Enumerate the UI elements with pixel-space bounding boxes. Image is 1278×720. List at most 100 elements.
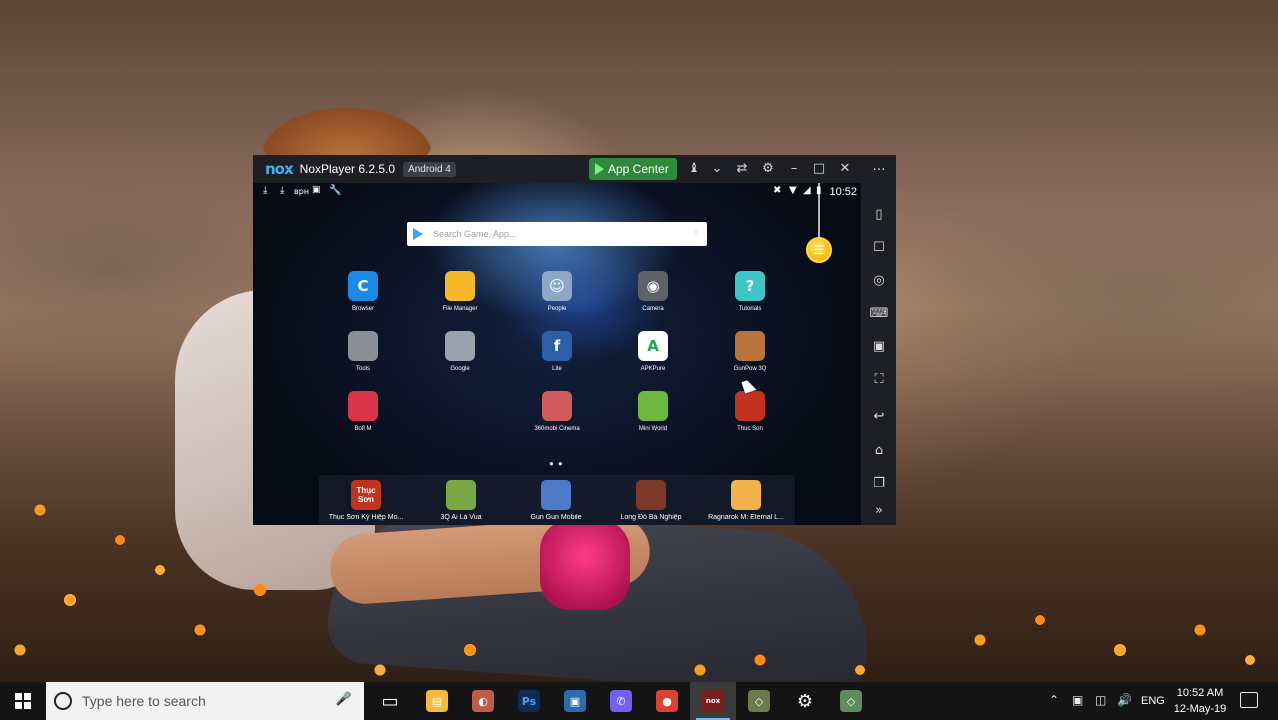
android-screen[interactable]: ⤓ ⤓ врн ▣ 🔧 ✖ ▼ ◢ ▮ 10:52 ☰ Search Game,… [253, 183, 861, 525]
file-explorer-icon: ▤ [426, 690, 448, 712]
app-icon[interactable]: Tools [323, 331, 403, 372]
wrench-icon: 🔧 [329, 185, 342, 196]
app-icon[interactable]: f Lite [517, 331, 597, 372]
taskbar-app-chrome[interactable]: ● [644, 682, 690, 720]
app-icon[interactable]: GunPow 3Q [710, 331, 790, 372]
taskbar-app-settings[interactable]: ⚙ [782, 682, 828, 720]
cortana-icon [54, 692, 72, 710]
taskbar-app-paint-app[interactable]: ◐ [460, 682, 506, 720]
back-icon[interactable]: ↩ [869, 407, 889, 427]
app-label: Thuc Son [737, 426, 763, 432]
dock-app[interactable]: Thục Sơn Thục Sơn Kỳ Hiệp Mo... [321, 480, 411, 521]
dock-app[interactable]: Long Đồ Bá Nghiệp [606, 480, 696, 521]
home-icon[interactable]: ⌂ [869, 441, 889, 461]
clock-time: 10:52 AM [1176, 687, 1224, 699]
taskbar-app-task-view[interactable]: ▭ [367, 682, 413, 720]
nox-titlebar[interactable]: nox NoxPlayer 6.2.5.0 Android 4 App Cent… [253, 155, 861, 183]
taskbar-app-monitor-app[interactable]: ▣ [552, 682, 598, 720]
recent-apps-icon[interactable]: ❐ [869, 474, 889, 494]
taskbar-app-game-app[interactable]: ◇ [736, 682, 782, 720]
fullscreen-icon[interactable]: ⛶ [869, 370, 889, 390]
expand-icon[interactable]: » [869, 501, 889, 521]
app-icon[interactable]: File Manager [420, 271, 500, 312]
chrome-icon: ● [656, 690, 678, 712]
app-icon-image [735, 391, 765, 421]
dock-app-label: Gun Gun Mobile [530, 514, 582, 521]
dock-app-label: Ragnarok M: Eternal L... [708, 514, 784, 521]
pin-icon[interactable]: ⇄ [733, 160, 751, 178]
android-clock: 10:52 [829, 186, 857, 198]
taskbar-app-noxplayer[interactable]: nox [690, 682, 736, 720]
taskbar-search-placeholder: Type here to search [82, 693, 206, 709]
app-center-button[interactable]: App Center [589, 158, 677, 180]
app-icon-image [445, 271, 475, 301]
taskbar-search-box[interactable]: Type here to search 🎤 [46, 682, 364, 720]
app-icon-image [638, 391, 668, 421]
more-icon[interactable]: … [869, 157, 889, 177]
chevron-up-icon[interactable]: ⌃ [1049, 693, 1059, 707]
keyboard-icon[interactable]: ⌨ [869, 304, 889, 324]
app-icon-image [735, 331, 765, 361]
app-icon-image: ☺ [542, 271, 572, 301]
dock-app-icon [731, 480, 761, 510]
app-label: Tools [355, 366, 370, 372]
app-icon[interactable]: ☺ People [517, 271, 597, 312]
app-label: Mini World [638, 426, 668, 432]
app-icon[interactable]: 360mobi Cinema [517, 391, 597, 432]
network-icon[interactable]: ▣ [1072, 693, 1083, 707]
start-button[interactable] [0, 682, 46, 720]
robot-icon[interactable]: ☐ [869, 238, 889, 258]
photoshop-icon: Ps [518, 690, 540, 712]
app-icon-image: ? [735, 271, 765, 301]
language-indicator[interactable]: ENG [1141, 695, 1165, 707]
gear-icon[interactable]: ⚙ [759, 160, 777, 178]
microphone-icon[interactable]: 🎤 [336, 692, 352, 707]
dock-app-icon [541, 480, 571, 510]
app-icon[interactable]: Bofl M [323, 391, 403, 432]
connection-icon[interactable]: ◫ [1095, 693, 1106, 707]
app-center-label: App Center [608, 162, 669, 176]
shirt-icon[interactable]: ♝ [685, 160, 703, 178]
dock-app-icon: Thục Sơn [351, 480, 381, 510]
windows-logo-icon [15, 693, 31, 709]
shake-icon[interactable]: ▯ [869, 205, 889, 225]
app-icon[interactable]: Google [420, 331, 500, 372]
volume-icon[interactable]: 🔊 [1117, 693, 1132, 707]
viber-icon: ✆ [610, 690, 632, 712]
app-icon-image: C [348, 271, 378, 301]
floating-coin-button[interactable]: ☰ [806, 237, 832, 263]
taskbar-clock[interactable]: 10:52 AM 12-May-19 [1172, 685, 1228, 717]
taskbar-app-viber[interactable]: ✆ [598, 682, 644, 720]
notification-icon[interactable] [1240, 692, 1258, 708]
app-icon[interactable]: Thuc Son [710, 391, 790, 432]
chevron-down-icon[interactable]: ⌄ [708, 160, 726, 178]
app-icon[interactable]: ? Tutorials [710, 271, 790, 312]
download-icon: ⤓ [263, 185, 268, 196]
app-label: People [547, 306, 567, 312]
app-icon-image: f [542, 331, 572, 361]
app-icon[interactable]: C Browser [323, 271, 403, 312]
app-icon[interactable]: A APKPure [613, 331, 693, 372]
dock-app[interactable]: Gun Gun Mobile [511, 480, 601, 521]
taskbar-app-game-app-2[interactable]: ◇ [828, 682, 874, 720]
app-label: Google [450, 366, 470, 372]
dock-app-label: Thục Sơn Kỳ Hiệp Mo... [328, 514, 404, 521]
app-icon[interactable]: ◉ Camera [613, 271, 693, 312]
app-label: Camera [642, 306, 664, 312]
vpn-text: врн [294, 187, 310, 196]
minimize-icon[interactable]: – [785, 160, 803, 178]
app-icon[interactable]: Mini World [613, 391, 693, 432]
taskbar-app-file-explorer[interactable]: ▤ [414, 682, 460, 720]
maximize-icon[interactable]: □ [810, 160, 828, 178]
close-icon[interactable]: ✕ [836, 160, 854, 178]
play-search-bar[interactable]: Search Game, App... ○ [407, 222, 707, 246]
noxplayer-window: nox NoxPlayer 6.2.5.0 Android 4 App Cent… [253, 155, 896, 525]
location-icon[interactable]: ◎ [869, 271, 889, 291]
play-store-icon [595, 163, 604, 175]
dock-app[interactable]: Ragnarok M: Eternal L... [701, 480, 791, 521]
app-label: Browser [351, 306, 374, 312]
apk-icon[interactable]: ▣ [869, 337, 889, 357]
taskbar-app-photoshop[interactable]: Ps [506, 682, 552, 720]
dock-app-icon [636, 480, 666, 510]
dock-app[interactable]: 3Q Ai Là Vua [416, 480, 506, 521]
